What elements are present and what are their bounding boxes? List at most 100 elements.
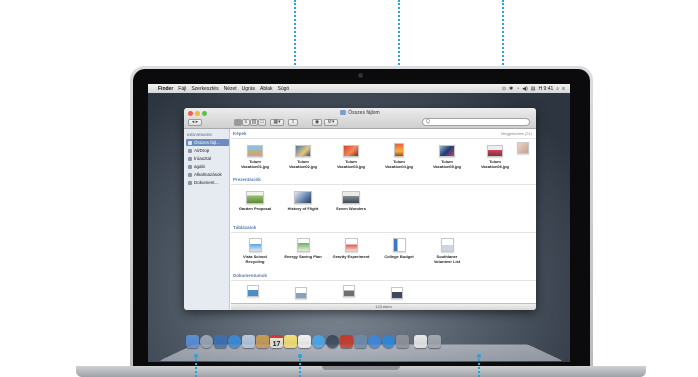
launchpad-icon[interactable] (200, 335, 213, 348)
calendar-icon[interactable]: 17 (270, 335, 283, 348)
bluetooth-icon[interactable]: ✱ (509, 86, 513, 92)
view-icon-button[interactable] (234, 119, 242, 126)
finder-icon[interactable] (186, 335, 199, 348)
photo-booth-icon[interactable] (340, 335, 353, 348)
document-thumbnail[interactable] (343, 285, 355, 297)
wifi-icon[interactable]: ◔ (516, 86, 519, 92)
menu-help[interactable]: Súgó (278, 86, 290, 92)
group-documents-label: Dokumentumok (233, 273, 268, 278)
file-item[interactable]: Vista School Recycling (235, 238, 275, 264)
notes-icon[interactable] (284, 335, 297, 348)
callout-leader-menubar (294, 0, 296, 76)
view-coverflow-button[interactable]: ▭ (258, 119, 266, 126)
menu-file[interactable]: Fájl (178, 86, 186, 92)
time-machine-icon[interactable]: ⊙ (502, 86, 506, 92)
reminders-icon[interactable] (298, 335, 311, 348)
menu-clock[interactable]: H 9:41 (539, 86, 554, 92)
trash-icon[interactable] (428, 335, 441, 348)
file-name: Tulum Vacation04.jpg (384, 159, 413, 169)
numbers-thumbnail (296, 238, 310, 252)
sidebar-item-documents[interactable]: Dokument… (186, 179, 229, 186)
app-store-icon[interactable] (382, 335, 395, 348)
photo-thumbnail (394, 143, 404, 157)
keynote-thumbnail (294, 191, 312, 204)
callout-dot-dock-right (477, 354, 481, 358)
document-thumbnail[interactable] (247, 285, 259, 297)
sidebar-item-applications[interactable]: Alkalmazások (186, 171, 229, 178)
share-button[interactable]: ⇪ (288, 119, 298, 126)
photo-stack-icon[interactable] (517, 142, 529, 154)
file-item[interactable]: Tulum Vacation01.jpg (235, 145, 275, 169)
file-name: Vista School Recycling (243, 254, 267, 264)
file-item[interactable]: Tulum Vacation03.jpg (331, 145, 371, 169)
back-forward-button[interactable]: ◂ ▸ (188, 119, 202, 126)
notification-center-icon[interactable]: ≡ (562, 86, 565, 92)
documents-stack-icon[interactable] (414, 335, 427, 348)
file-item[interactable]: College Budget (379, 238, 419, 259)
file-item[interactable]: Seven Wonders (331, 191, 371, 211)
finder-status-bar: 123 elem (231, 303, 536, 310)
itunes-icon[interactable] (368, 335, 381, 348)
file-name: Tulum Vacation01.jpg (240, 159, 269, 169)
document-thumbnail[interactable] (391, 287, 403, 299)
menu-finder[interactable]: Finder (158, 86, 173, 92)
file-item[interactable]: Tulum Vacation06.jpg (475, 145, 515, 169)
group-divider (231, 138, 536, 139)
system-preferences-icon[interactable] (396, 335, 409, 348)
marketing-stage: Finder Fájl Szerkesztés Nézet Ugrás Abla… (0, 0, 698, 377)
group-images-count[interactable]: Megjelenítés (21) (501, 131, 532, 136)
facetime-icon[interactable] (326, 335, 339, 348)
finder-titlebar[interactable]: Összes fájlom ◂ ▸ ≡ ▥ ▭ ▦▾ ⇪ ◉ ⚙▾ Q (184, 108, 536, 129)
sidebar-header: KEDVENCEK (187, 132, 213, 137)
spotlight-icon[interactable]: ⌕ (556, 86, 559, 92)
documents-icon (188, 180, 192, 185)
messages-icon[interactable] (312, 335, 325, 348)
mission-control-icon[interactable] (214, 335, 227, 348)
file-item[interactable]: Tulum Vacation02.jpg (283, 145, 323, 169)
file-item[interactable]: Garden Proposal (235, 191, 275, 211)
callout-leader-dock-left (195, 356, 197, 377)
photo-thumbnail (247, 145, 263, 157)
safari-icon[interactable] (228, 335, 241, 348)
file-name: Tulum Vacation05.jpg (432, 159, 461, 169)
file-item[interactable]: Tulum Vacation04.jpg (379, 143, 419, 169)
menu-window[interactable]: Ablak (260, 86, 273, 92)
sidebar-item-home[interactable]: agabi (186, 163, 229, 170)
sidebar-item-airdrop[interactable]: AirDrop (186, 147, 229, 154)
view-list-button[interactable]: ≡ (242, 119, 250, 126)
file-name: Garden Proposal (238, 206, 272, 211)
volume-icon[interactable]: ◀) (522, 86, 528, 92)
keynote-thumbnail (246, 191, 264, 204)
menu-view[interactable]: Nézet (224, 86, 237, 92)
menu-edit[interactable]: Szerkesztés (191, 86, 218, 92)
file-name: Tulum Vacation06.jpg (480, 159, 509, 169)
group-divider (231, 184, 536, 185)
file-name: Gravity Experiment (332, 254, 370, 259)
sidebar-item-all-my-files[interactable]: Összes fájl… (186, 139, 229, 146)
battery-icon[interactable]: ▤ (531, 86, 536, 92)
file-item[interactable]: History of Flight (283, 191, 323, 211)
action-button[interactable]: ⚙▾ (324, 119, 338, 126)
contacts-icon[interactable] (256, 335, 269, 348)
group-divider (231, 232, 536, 233)
file-item[interactable]: Energy Saving Plan (283, 238, 323, 259)
file-item[interactable]: Tulum Vacation05.jpg (427, 145, 467, 169)
search-input[interactable]: Q (422, 118, 530, 126)
menu-go[interactable]: Ugrás (242, 86, 255, 92)
mail-icon[interactable] (242, 335, 255, 348)
sidebar-item-desktop[interactable]: Íróasztal (186, 155, 229, 162)
callout-leader-dock-middle (299, 356, 301, 377)
file-item[interactable]: Gravity Experiment (331, 238, 371, 259)
finder-sidebar: KEDVENCEK Összes fájl… AirDrop Íróasztal… (184, 129, 230, 310)
document-thumbnail[interactable] (295, 287, 307, 299)
arrange-button[interactable]: ▦▾ (270, 119, 284, 126)
photo-thumbnail (487, 145, 503, 157)
laptop-notch (322, 366, 400, 370)
file-item[interactable]: Southlaner Volunteer List (427, 238, 467, 264)
numbers-thumbnail (392, 238, 406, 252)
view-column-button[interactable]: ▥ (250, 119, 258, 126)
window-title: Összes fájlom (184, 110, 536, 116)
group-spreadsheets-label: Táblázatok (233, 225, 257, 230)
iphoto-icon[interactable] (354, 335, 367, 348)
quicklook-button[interactable]: ◉ (312, 119, 322, 126)
